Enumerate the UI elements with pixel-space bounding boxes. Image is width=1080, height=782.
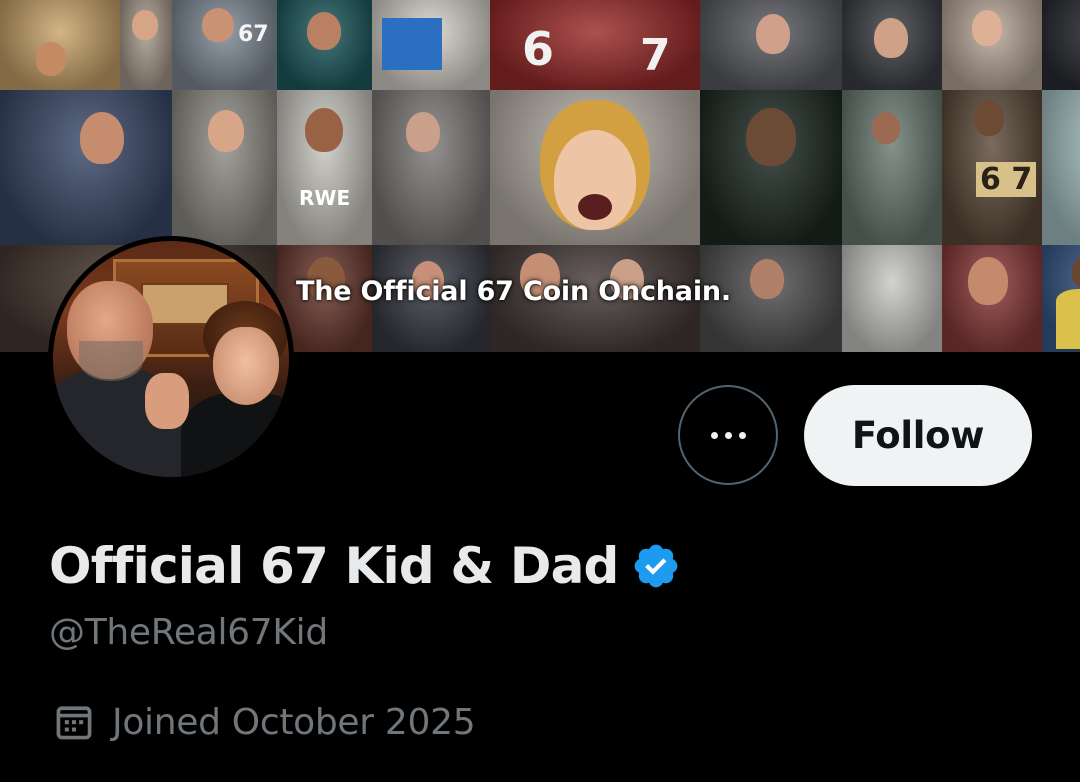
banner-photo: 6 7 bbox=[942, 90, 1042, 245]
more-horizontal-icon bbox=[710, 431, 746, 439]
profile-handle: @TheReal67Kid bbox=[49, 612, 328, 653]
banner-photo bbox=[842, 245, 942, 352]
banner-shirt-text: RWE bbox=[299, 186, 351, 210]
banner-overlay-text: The Official 67 Coin Onchain. bbox=[296, 276, 731, 307]
banner-photo bbox=[372, 90, 490, 245]
banner-photo bbox=[942, 0, 1042, 90]
banner-photo bbox=[942, 245, 1042, 352]
banner-photo bbox=[0, 0, 120, 90]
banner-jersey-number: 7 bbox=[640, 30, 671, 81]
banner-sign-text: 6 7 bbox=[976, 162, 1037, 197]
banner-photo bbox=[490, 90, 700, 245]
banner-photo bbox=[842, 90, 942, 245]
joined-date: Joined October 2025 bbox=[112, 701, 476, 743]
banner-photo bbox=[700, 0, 842, 90]
calendar-icon bbox=[56, 706, 92, 740]
banner-photo: 6 7 bbox=[490, 0, 700, 90]
follow-button[interactable]: Follow bbox=[804, 385, 1032, 486]
banner-photo bbox=[842, 0, 942, 90]
joined-date-row: Joined October 2025 bbox=[52, 700, 476, 744]
verified-badge-icon[interactable] bbox=[631, 541, 681, 591]
more-options-button[interactable] bbox=[678, 385, 778, 485]
banner-sign-text: 67 bbox=[238, 22, 269, 47]
banner-photo bbox=[172, 90, 277, 245]
display-name: Official 67 Kid & Dad bbox=[49, 537, 619, 595]
banner-photo bbox=[700, 90, 842, 245]
banner-photo bbox=[1042, 245, 1080, 352]
banner-photo bbox=[0, 90, 172, 245]
banner-photo bbox=[372, 0, 490, 90]
banner-photo bbox=[277, 0, 372, 90]
display-name-row: Official 67 Kid & Dad bbox=[49, 534, 681, 598]
banner-photo: RWE bbox=[277, 90, 372, 245]
banner-jersey-number: 6 bbox=[522, 22, 555, 76]
banner-photo bbox=[120, 0, 172, 90]
banner-photo bbox=[1042, 0, 1080, 90]
banner-photo: 67 bbox=[172, 0, 277, 90]
avatar-photo bbox=[53, 241, 289, 477]
banner-photo bbox=[1042, 90, 1080, 245]
profile-avatar[interactable] bbox=[48, 236, 294, 482]
